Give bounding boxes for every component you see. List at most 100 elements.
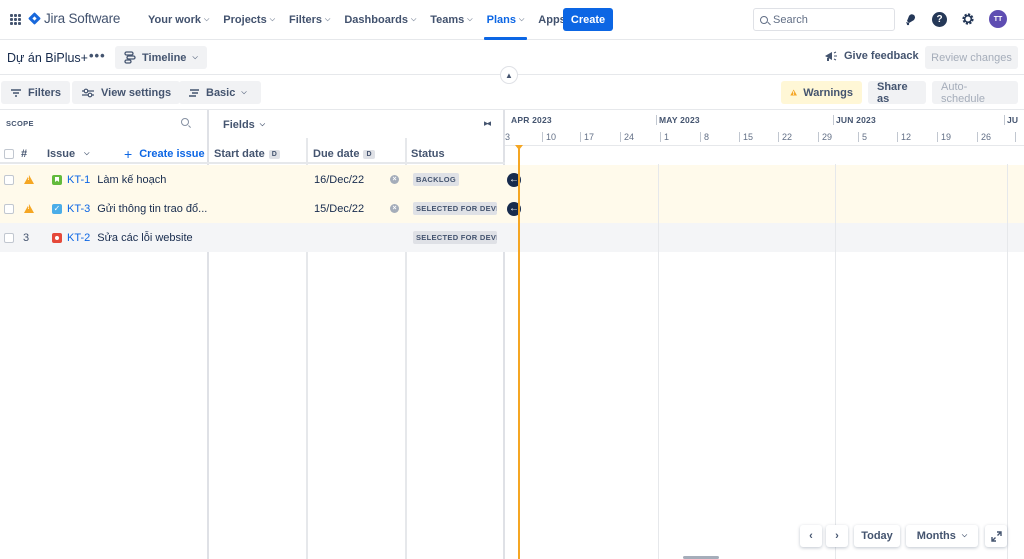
timeline-header-divider xyxy=(505,145,1024,146)
view-switcher-button[interactable]: Timeline ⌵ xyxy=(115,46,207,69)
issue-column-header[interactable]: Issue ⌵ xyxy=(47,144,89,164)
week-label: 15 xyxy=(743,132,754,142)
search-icon[interactable] xyxy=(181,118,189,126)
nav-dashboards[interactable]: Dashboards ⌵ xyxy=(337,0,423,40)
auto-schedule-button[interactable]: Auto-schedule xyxy=(932,81,1018,105)
table-row[interactable]: 3 KT-2 Sửa các lỗi website SELECTED FOR … xyxy=(0,223,1024,252)
week-tick xyxy=(542,132,543,142)
month-gridline xyxy=(658,164,659,559)
week-tick xyxy=(660,132,661,142)
warnings-button[interactable]: Warnings xyxy=(781,81,862,104)
next-button[interactable]: › xyxy=(826,525,848,547)
timescale-dropdown[interactable]: Months ⌵ xyxy=(906,525,978,547)
issue-summary[interactable]: Sửa các lỗi website xyxy=(97,232,192,244)
fields-button[interactable]: Fields ⌵ xyxy=(223,119,265,131)
sliders-icon xyxy=(82,88,94,97)
status-label: Status xyxy=(411,148,445,160)
notifications-icon[interactable] xyxy=(904,12,918,26)
chevron-down-icon: ⌵ xyxy=(325,16,331,23)
app-switcher-icon[interactable] xyxy=(10,14,21,25)
search-input[interactable]: Search xyxy=(753,8,895,31)
nav-label: Filters xyxy=(289,14,323,26)
week-tick xyxy=(700,132,701,142)
status-lozenge[interactable]: BACKLOG xyxy=(413,173,460,186)
review-changes-button[interactable]: Review changes xyxy=(925,46,1018,69)
week-label: 17 xyxy=(584,132,595,142)
status-lozenge[interactable]: SELECTED FOR DEVELOPMENT xyxy=(413,202,497,215)
status-lozenge[interactable]: SELECTED FOR DEVELOPMENT xyxy=(413,231,497,244)
table-row[interactable]: ✓ KT-3 Gửi thông tin trao đổ... 15/Dec/2… xyxy=(0,194,1024,223)
share-as-button[interactable]: Share as xyxy=(868,81,926,105)
timeline-header: APR 2023 MAY 2023 JUN 2023 JU 3 10 17 24 1 8 15 22 2… xyxy=(505,110,1024,164)
settings-icon[interactable] xyxy=(961,12,975,26)
user-avatar[interactable]: TT xyxy=(989,10,1007,28)
chevron-down-icon: ⌵ xyxy=(203,16,210,23)
status-header[interactable]: Status xyxy=(411,144,445,164)
clear-date-icon[interactable]: × xyxy=(390,204,399,213)
issue-key[interactable]: KT-1 xyxy=(67,174,90,186)
view-settings-button[interactable]: View settings xyxy=(72,81,181,104)
clear-date-icon[interactable]: × xyxy=(390,175,399,184)
filters-button[interactable]: Filters xyxy=(1,81,71,104)
nav-label: Teams xyxy=(430,14,465,26)
view-label: Timeline xyxy=(142,51,187,64)
nav-filters[interactable]: Filters ⌵ xyxy=(282,0,337,40)
collapse-fields-icon[interactable]: ▸◂ xyxy=(484,118,491,129)
collapse-header-button[interactable]: ▲ xyxy=(500,66,518,84)
nav-plans[interactable]: Plans ⌵ xyxy=(480,0,532,40)
week-label: 24 xyxy=(624,132,635,142)
nav-projects[interactable]: Projects ⌵ xyxy=(216,0,282,40)
issue-summary[interactable]: Gửi thông tin trao đổ... xyxy=(97,203,207,215)
bug-icon xyxy=(52,232,62,243)
give-feedback-button[interactable]: Give feedback xyxy=(824,50,919,62)
create-button[interactable]: Create xyxy=(563,8,613,31)
due-date-value[interactable]: 15/Dec/22 xyxy=(314,203,364,215)
scope-label: SCOPE xyxy=(6,119,34,128)
select-all[interactable]: # xyxy=(4,144,27,164)
nav-teams[interactable]: Teams ⌵ xyxy=(423,0,479,40)
basic-mode-button[interactable]: Basic ⌵ xyxy=(179,81,261,104)
start-date-label: Start date xyxy=(214,148,265,160)
nav-your-work[interactable]: Your work ⌵ xyxy=(141,0,216,40)
start-date-header[interactable]: Start date D xyxy=(214,144,280,164)
create-issue-button[interactable]: + Create issue xyxy=(124,144,205,164)
chevron-down-icon: ⌵ xyxy=(192,53,198,61)
view-settings-label: View settings xyxy=(101,86,172,99)
warning-icon xyxy=(790,89,797,96)
week-tick xyxy=(778,132,779,142)
row-checkbox[interactable] xyxy=(4,232,14,243)
week-tick xyxy=(818,132,819,142)
warning-icon[interactable] xyxy=(24,175,34,184)
row-checkbox[interactable] xyxy=(4,174,14,185)
select-all-checkbox[interactable] xyxy=(4,149,14,159)
issue-key[interactable]: KT-3 xyxy=(67,203,90,215)
month-label: MAY 2023 xyxy=(659,115,700,125)
week-tick xyxy=(977,132,978,142)
plus-icon: + xyxy=(124,146,133,162)
due-date-value[interactable]: 16/Dec/22 xyxy=(314,174,364,186)
month-tick xyxy=(656,115,657,125)
month-gridline xyxy=(835,164,836,559)
due-date-header[interactable]: Due date D xyxy=(313,144,375,164)
help-icon[interactable]: ? xyxy=(932,12,947,27)
issue-column-label: Issue xyxy=(47,148,76,160)
list-icon xyxy=(189,88,199,97)
week-tick xyxy=(739,132,740,142)
week-tick xyxy=(1015,132,1016,142)
warning-icon[interactable] xyxy=(24,204,34,213)
nav-label: Dashboards xyxy=(344,14,408,26)
app-name: Jira Software xyxy=(44,11,121,26)
week-tick xyxy=(580,132,581,142)
week-label: 22 xyxy=(782,132,793,142)
issue-summary[interactable]: Làm kế hoạch xyxy=(97,174,166,186)
today-button[interactable]: Today xyxy=(854,525,900,547)
jira-logo[interactable]: Jira Software xyxy=(28,11,121,26)
week-tick xyxy=(937,132,938,142)
issue-key[interactable]: KT-2 xyxy=(67,232,90,244)
date-badge: D xyxy=(363,149,375,159)
row-checkbox[interactable] xyxy=(4,203,14,214)
fullscreen-button[interactable] xyxy=(985,525,1007,547)
previous-button[interactable]: ‹ xyxy=(800,525,822,547)
table-row[interactable]: KT-1 Làm kế hoạch 16/Dec/22 × BACKLOG ← xyxy=(0,165,1024,194)
more-actions-button[interactable]: ••• xyxy=(89,49,106,63)
